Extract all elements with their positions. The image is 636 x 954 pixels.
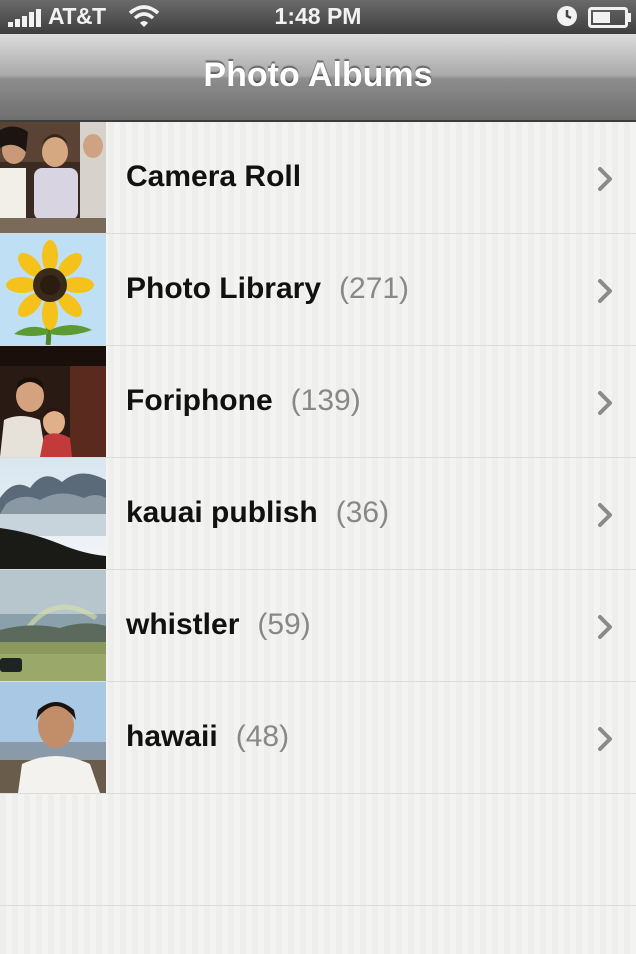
chevron-right-icon: [598, 727, 612, 751]
list-separator: [0, 905, 636, 906]
album-title: hawaii (48): [126, 720, 290, 753]
album-list: Camera Roll Photo Library (271) Foriphon…: [0, 122, 636, 954]
album-count: (36): [335, 496, 390, 529]
album-count: (48): [235, 720, 290, 753]
album-count: (139): [290, 384, 361, 417]
album-thumbnail: [0, 346, 106, 457]
album-thumbnail: [0, 458, 106, 569]
album-title: Camera Roll: [126, 160, 302, 193]
battery-icon: [588, 7, 631, 28]
chevron-right-icon: [598, 279, 612, 303]
status-bar: AT&T 1:48 PM: [0, 0, 636, 34]
album-title: Foriphone (139): [126, 384, 361, 417]
chevron-right-icon: [598, 391, 612, 415]
album-thumbnail: [0, 682, 106, 793]
album-row-kauai-publish[interactable]: kauai publish (36): [0, 458, 636, 570]
album-thumbnail: [0, 122, 106, 233]
album-row-camera-roll[interactable]: Camera Roll: [0, 122, 636, 234]
chevron-right-icon: [598, 503, 612, 527]
album-title: Photo Library (271): [126, 272, 410, 305]
album-row-whistler[interactable]: whistler (59): [0, 570, 636, 682]
chevron-right-icon: [598, 615, 612, 639]
album-row-photo-library[interactable]: Photo Library (271): [0, 234, 636, 346]
alarm-clock-icon: [557, 6, 577, 26]
album-count: (271): [339, 272, 410, 305]
album-row-foriphone[interactable]: Foriphone (139): [0, 346, 636, 458]
album-row-hawaii[interactable]: hawaii (48): [0, 682, 636, 794]
chevron-right-icon: [598, 167, 612, 191]
album-count: (59): [257, 608, 311, 641]
album-thumbnail: [0, 570, 106, 681]
status-time: 1:48 PM: [274, 3, 362, 29]
album-title: kauai publish (36): [126, 496, 390, 529]
album-thumbnail: [0, 234, 106, 345]
page-title: Photo Albums: [203, 56, 433, 94]
album-title: whistler (59): [126, 608, 311, 641]
navigation-bar: Photo Albums: [0, 34, 636, 122]
